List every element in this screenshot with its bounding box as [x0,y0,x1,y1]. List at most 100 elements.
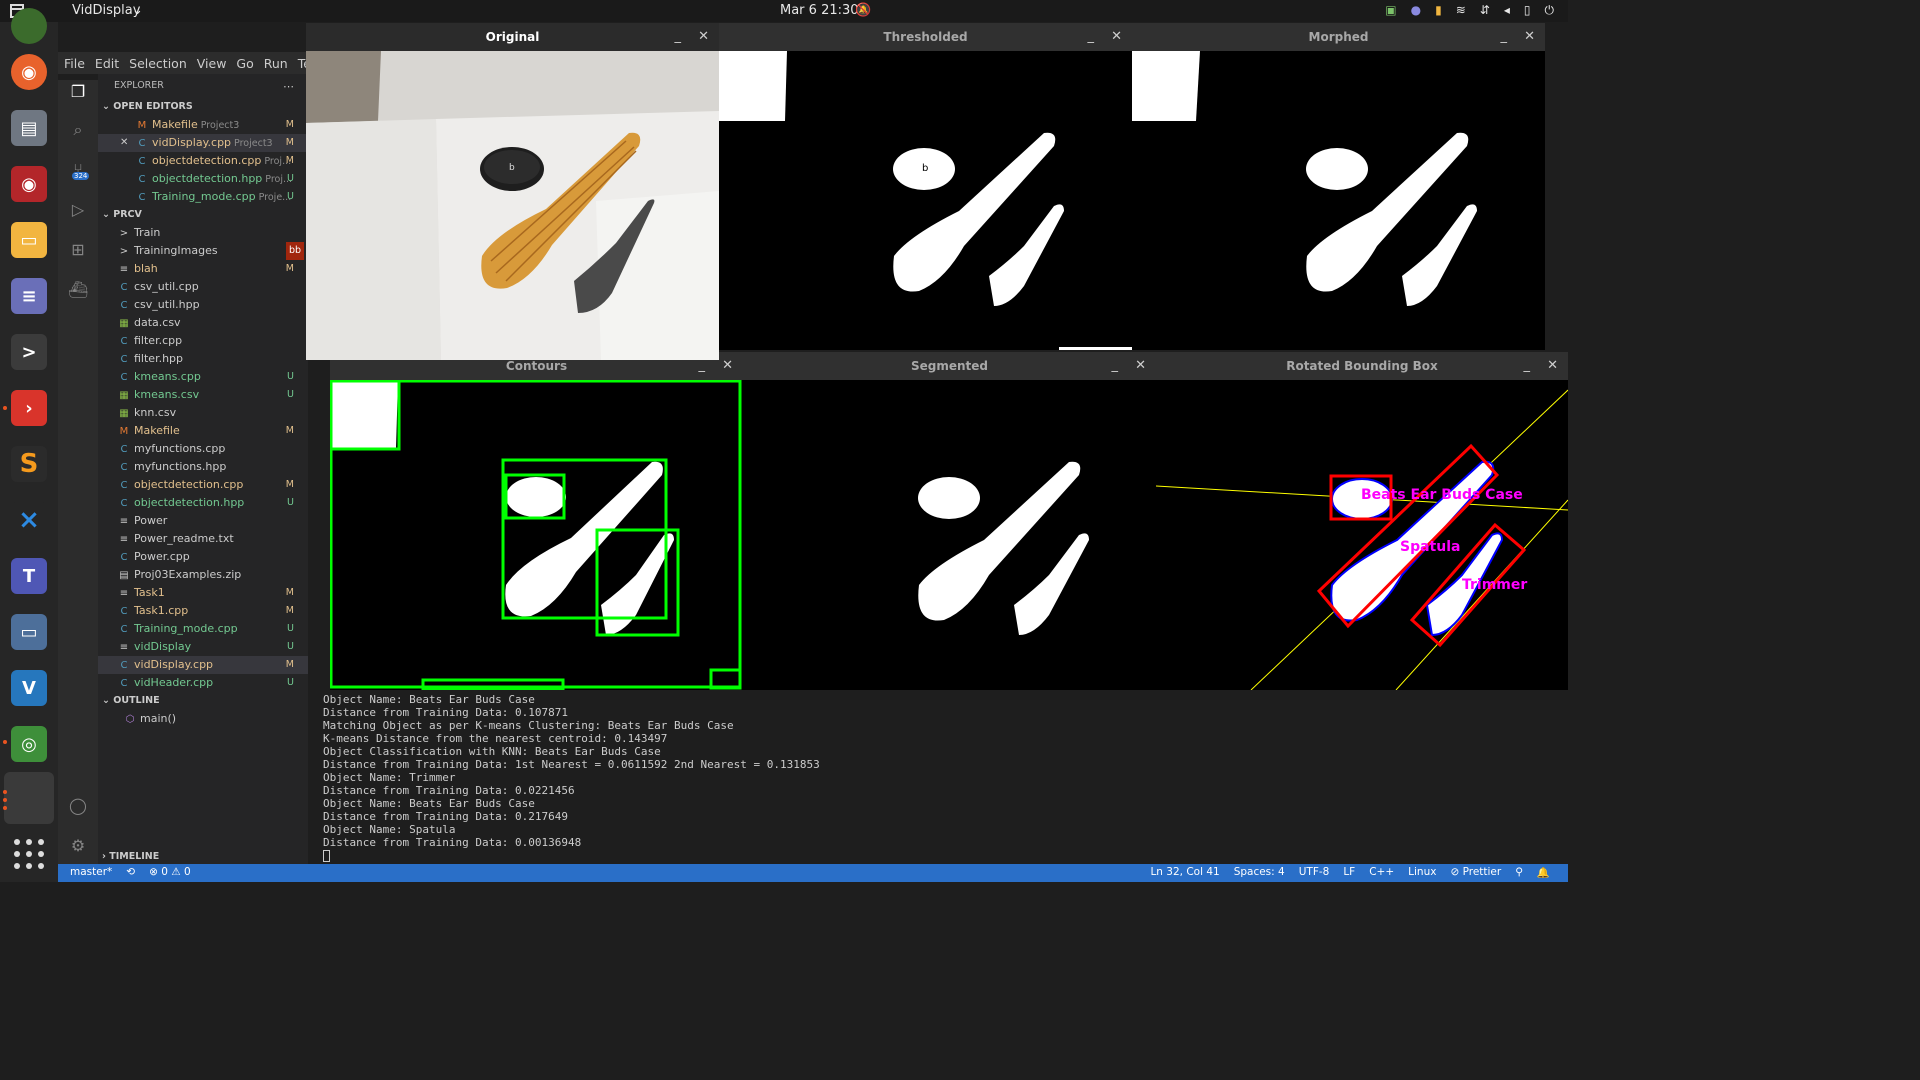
open-editor-item[interactable]: ✕ CvidDisplay.cpp Project3 M [98,134,308,152]
cursor-position[interactable]: Ln 32, Col 41 [1150,866,1219,879]
window-titlebar[interactable]: Original _ ✕ [306,23,719,51]
volume-icon[interactable]: ◂ [1504,3,1510,18]
open-editor-item[interactable]: Cobjectdetection.hpp Proj... U [98,170,308,188]
file-tree-item[interactable]: ≡ vidDisplay U [98,638,308,656]
rotated-bounding-box-window[interactable]: Rotated Bounding Box _ ✕ Beats Ear Buds Ca… [1156,352,1568,690]
file-tree-item[interactable]: ▦ data.csv [98,314,308,332]
file-tree-item[interactable]: ≡ Task1 M [98,584,308,602]
wifi-icon[interactable]: ≋ [1456,3,1466,18]
open-editors-header[interactable]: ⌄ OPEN EDITORS [98,98,308,116]
network-icon[interactable]: ⇵ [1480,3,1490,18]
original-window[interactable]: Original _ ✕ b [306,23,719,360]
minimize-icon[interactable]: _ [1088,23,1095,51]
run-debug-icon[interactable]: ▷ [68,200,88,220]
minimize-icon[interactable]: _ [1501,23,1508,51]
clock[interactable]: Mar 6 21:30 [780,3,859,18]
file-tree-item[interactable]: CvidHeader.cpp U [98,674,308,692]
sync-icon[interactable]: ⟲ [126,866,135,878]
chrome-app-icon[interactable] [11,8,47,44]
screen-recorder-app-icon[interactable]: ◉ [11,166,47,202]
thresholded-window[interactable]: Thresholded _ ✕ b [719,23,1132,350]
encoding[interactable]: UTF-8 [1299,866,1330,879]
system-tray[interactable]: ▣ ● ▮ ≋ ⇵ ◂ ▯ ⏻ [1385,3,1554,18]
contours-window[interactable]: Contours _ ✕ [330,352,743,690]
search-icon[interactable]: ⌕ [68,120,88,140]
file-tree-item[interactable]: ≡ Power [98,512,308,530]
file-tree-item[interactable]: Ccsv_util.cpp [98,278,308,296]
minimize-icon[interactable]: _ [675,23,682,51]
notifications-icon[interactable]: 🔔 [1537,866,1550,879]
git-branch[interactable]: master* [70,866,112,878]
file-tree-item[interactable]: > TrainingImages bb [98,242,308,260]
close-icon[interactable]: ✕ [698,23,709,51]
app-menu-name[interactable]: VidDisplay [72,3,140,18]
problems-count[interactable]: ⊗ 0 ⚠ 0 [149,866,191,878]
file-tree-item[interactable]: M Makefile M [98,422,308,440]
line-ending[interactable]: LF [1343,866,1355,879]
close-icon[interactable]: ✕ [722,352,733,380]
window-titlebar[interactable]: Rotated Bounding Box _ ✕ [1156,352,1568,380]
open-editor-item[interactable]: C Training_mode.cpp Proje... U [98,188,308,206]
explorer-icon[interactable]: ❐ [68,82,88,102]
morphed-window[interactable]: Morphed _ ✕ [1132,23,1545,350]
file-tree-item[interactable]: Cfilter.cpp [98,332,308,350]
show-apps-icon[interactable] [13,838,45,870]
close-icon[interactable]: ✕ [1135,352,1146,380]
devtools-app-icon[interactable]: › [11,390,47,426]
close-icon[interactable]: ✕ [1547,352,1558,380]
android-studio-app-icon[interactable]: ◎ [11,726,47,762]
close-editor-icon[interactable]: ✕ [120,134,128,152]
android-tray-icon[interactable]: ▣ [1385,3,1396,18]
menu-run[interactable]: Run [264,56,288,71]
file-tree-item[interactable]: CvidDisplay.cpp M [98,656,308,674]
minimize-icon[interactable]: _ [1524,352,1531,380]
language-mode[interactable]: C++ [1369,866,1394,879]
indentation[interactable]: Spaces: 4 [1234,866,1285,879]
teams-tray-icon[interactable]: ● [1411,3,1421,18]
file-tree-item[interactable]: C Task1.cpp M [98,602,308,620]
file-tree-item[interactable]: ▦ knn.csv [98,404,308,422]
menu-edit[interactable]: Edit [95,56,119,71]
manage-gear-icon[interactable]: ⚙ [68,836,88,856]
file-tree-item[interactable]: ▤ Proj03Examples.zip [98,566,308,584]
menu-selection[interactable]: Selection [129,56,187,71]
file-tree-item[interactable]: Cmyfunctions.cpp [98,440,308,458]
file-tree-item[interactable]: Cfilter.hpp [98,350,308,368]
firefox-app-icon[interactable]: ◉ [11,54,47,90]
sublime-app-icon[interactable]: S [11,446,47,482]
segmented-window[interactable]: Segmented _ ✕ [743,352,1156,690]
os-mode[interactable]: Linux [1408,866,1436,879]
integrated-terminal[interactable]: Object Name: Beats Ear Buds Case Distance… [308,690,1568,864]
vnc-app-icon[interactable]: V [11,670,47,706]
prcv-folder-header[interactable]: ⌄ PRCV [98,206,308,224]
opencv-window-app-icon[interactable] [4,772,54,824]
file-tree-item[interactable]: Ckmeans.cpp U [98,368,308,386]
more-actions-icon[interactable]: ⋯ [283,80,294,93]
file-tree-item[interactable]: ▦ kmeans.csv U [98,386,308,404]
outline-item[interactable]: ⬡ main() [98,710,308,728]
file-tree-item[interactable]: Cmyfunctions.hpp [98,458,308,476]
accounts-icon[interactable]: ◯ [68,796,88,816]
open-editor-item[interactable]: Cobjectdetection.cpp Proj... M [98,152,308,170]
files-tray-icon[interactable]: ▮ [1435,3,1442,18]
close-icon[interactable]: ✕ [1524,23,1535,51]
files-app-icon[interactable]: ▤ [11,110,47,146]
close-icon[interactable]: ✕ [1111,23,1122,51]
file-tree-item[interactable]: ≡ Power_readme.txt [98,530,308,548]
file-tree-item[interactable]: > Train [98,224,308,242]
battery-icon[interactable]: ▯ [1524,3,1531,18]
menu-go[interactable]: Go [236,56,253,71]
teams-app-icon[interactable]: T [11,558,47,594]
outline-header[interactable]: ⌄ OUTLINE [98,692,308,710]
file-tree-item[interactable]: C Power.cpp [98,548,308,566]
text-editor-app-icon[interactable]: ≡ [11,278,47,314]
file-tree-item[interactable]: ≡ blah M [98,260,308,278]
menu-file[interactable]: File [64,56,85,71]
terminal-app-icon[interactable]: > [11,334,47,370]
file-tree-item[interactable]: Cobjectdetection.hpp U [98,494,308,512]
vscode-app-icon[interactable]: ⨯ [11,502,47,538]
power-icon[interactable]: ⏻ [1545,3,1555,18]
file-tree-item[interactable]: Ccsv_util.hpp [98,296,308,314]
window-titlebar[interactable]: Segmented _ ✕ [743,352,1156,380]
extensions-icon[interactable]: ⊞ [68,240,88,260]
